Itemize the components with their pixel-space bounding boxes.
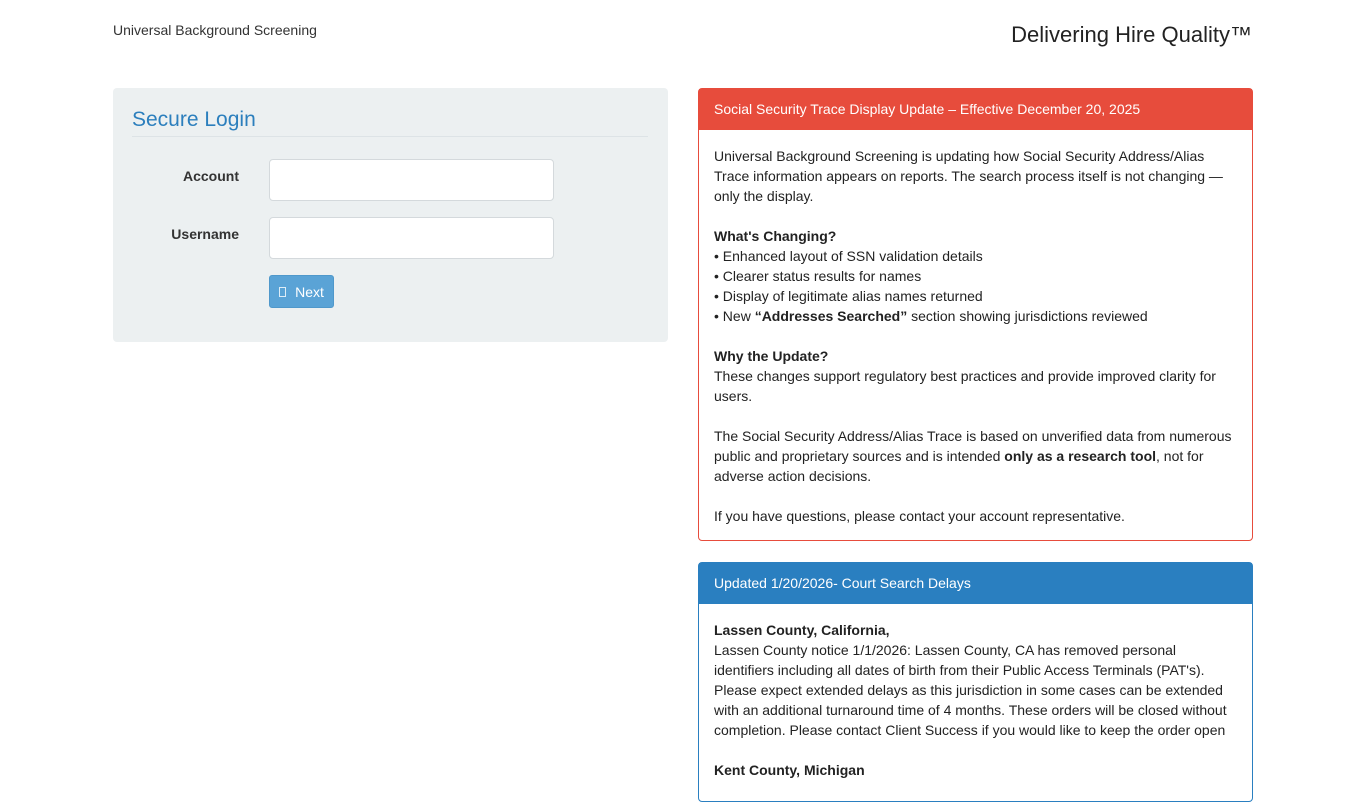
logo-alt-text: Universal Background Screening xyxy=(113,22,317,38)
next-button-label: Next xyxy=(295,283,324,300)
change-item: • New “Addresses Searched” section showi… xyxy=(714,308,1148,324)
county-text: Lassen County notice 1/1/2026: Lassen Co… xyxy=(714,642,1227,738)
ssn-intro: Universal Background Screening is updati… xyxy=(714,148,1223,204)
ssn-trace-notice: Social Security Trace Display Update – E… xyxy=(698,88,1253,541)
ssn-notice-body: Universal Background Screening is updati… xyxy=(699,130,1252,542)
logo: Universal Background Screening xyxy=(113,22,317,38)
county-heading: Kent County, Michigan xyxy=(714,762,865,778)
username-label: Username xyxy=(171,226,239,242)
change-item: • Enhanced layout of SSN validation deta… xyxy=(714,248,983,264)
ssn-notice-header: Social Security Trace Display Update – E… xyxy=(699,89,1252,130)
court-notice-header: Updated 1/20/2026- Court Search Delays xyxy=(699,563,1252,604)
court-notice-body: Lassen County, California, Lassen County… xyxy=(699,604,1252,796)
changing-heading: What's Changing? xyxy=(714,228,837,244)
login-title: Secure Login xyxy=(132,108,648,137)
next-icon xyxy=(279,286,287,297)
change-item: • Clearer status results for names xyxy=(714,268,922,284)
tagline: Delivering Hire Quality™ xyxy=(1011,22,1252,47)
next-button[interactable]: Next xyxy=(269,275,334,308)
why-text: These changes support regulatory best pr… xyxy=(714,368,1216,404)
county-heading: Lassen County, California, xyxy=(714,622,890,638)
account-label: Account xyxy=(183,168,239,184)
login-panel: Secure Login Account Username Next xyxy=(113,88,668,342)
username-input[interactable] xyxy=(269,217,554,259)
why-heading: Why the Update? xyxy=(714,348,829,364)
court-delays-notice: Updated 1/20/2026- Court Search Delays L… xyxy=(698,562,1253,802)
contact-text: If you have questions, please contact yo… xyxy=(714,508,1125,524)
trace-disclaimer: The Social Security Address/Alias Trace … xyxy=(714,428,1232,484)
change-item: • Display of legitimate alias names retu… xyxy=(714,288,983,304)
account-input[interactable] xyxy=(269,159,554,201)
